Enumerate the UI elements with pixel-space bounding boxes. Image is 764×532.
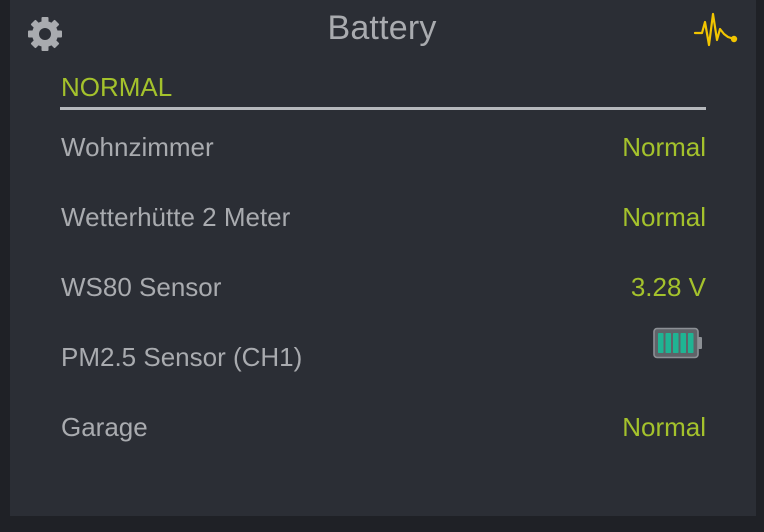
pulse-icon[interactable]	[692, 12, 740, 52]
list-item: WS80 Sensor 3.28 V	[60, 272, 706, 312]
row-label: Wohnzimmer	[61, 132, 214, 162]
row-value: 3.28 V	[630, 272, 706, 302]
list-item: Wohnzimmer Normal	[60, 132, 706, 172]
section-label: NORMAL	[61, 72, 173, 102]
list-item: Wetterhütte 2 Meter Normal	[60, 202, 706, 242]
row-value: Normal	[622, 132, 706, 162]
battery-full-icon	[653, 327, 702, 359]
section-divider	[60, 107, 706, 110]
list-item: PM2.5 Sensor (CH1)	[60, 327, 706, 382]
row-label: PM2.5 Sensor (CH1)	[61, 342, 303, 372]
list-item: Garage Normal	[60, 412, 706, 452]
row-label: Wetterhütte 2 Meter	[61, 202, 291, 232]
row-label: Garage	[61, 412, 148, 442]
row-value: Normal	[622, 412, 706, 442]
row-value: Normal	[622, 202, 706, 232]
row-label: WS80 Sensor	[61, 272, 222, 302]
page-title: Battery	[327, 9, 437, 47]
